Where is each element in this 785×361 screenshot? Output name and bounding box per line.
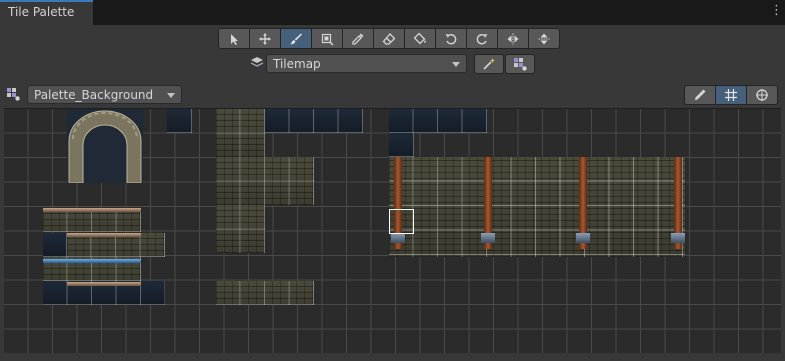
flip-horizontal-icon	[507, 33, 519, 44]
toggle-gizmos-button[interactable]	[746, 85, 778, 105]
wall-bottom-tile-row[interactable]	[216, 281, 314, 305]
rotate-left-button[interactable]	[435, 28, 467, 49]
stone-arch-tile[interactable]	[67, 109, 143, 183]
wall-tile-block[interactable]	[216, 157, 314, 205]
erase-tool-button[interactable]	[373, 28, 405, 49]
tab-bar: Tile Palette ⋮	[0, 0, 785, 25]
pencil-icon	[695, 89, 706, 100]
palette-dropdown[interactable]: Palette_Background	[27, 85, 182, 104]
chevron-down-icon	[452, 62, 460, 67]
tab-title: Tile Palette	[8, 5, 75, 19]
grid-icon	[725, 89, 737, 101]
ledge-top	[43, 208, 141, 212]
move-tool-button[interactable]	[249, 28, 281, 49]
water-surface	[43, 259, 141, 263]
pillar-base	[576, 233, 590, 243]
wall-tile-block[interactable]	[216, 205, 265, 253]
select-tool-button[interactable]	[218, 28, 250, 49]
flip-vertical-icon	[538, 33, 550, 44]
flip-x-button[interactable]	[497, 28, 529, 49]
tilemap-focus-button[interactable]	[474, 54, 504, 74]
flip-y-button[interactable]	[528, 28, 560, 49]
tile-selection-cursor	[389, 209, 414, 234]
bottom-edge	[0, 353, 785, 361]
palette-grid-icon	[514, 58, 527, 71]
tilemap-layers-icon	[250, 57, 264, 67]
box-fill-icon	[321, 33, 334, 45]
tilemap-settings-button[interactable]	[505, 54, 535, 74]
magic-wand-icon	[483, 58, 495, 70]
arrow-pointer-icon	[231, 33, 238, 45]
fill-tool-button[interactable]	[404, 28, 436, 49]
dark-tile[interactable]	[389, 133, 414, 157]
dark-tile[interactable]	[167, 109, 192, 133]
pillar-base	[671, 233, 685, 243]
picker-tool-button[interactable]	[342, 28, 374, 49]
active-tilemap-dropdown[interactable]: Tilemap	[266, 54, 467, 73]
palette-grid-icon	[7, 88, 20, 101]
view-button-group	[684, 85, 778, 105]
wall-top-tile-row[interactable]	[389, 109, 487, 133]
pillar-wall-block[interactable]	[389, 157, 685, 257]
palette-value: Palette_Background	[34, 88, 154, 102]
eyedropper-icon	[352, 33, 364, 45]
kebab-menu-icon[interactable]: ⋮	[770, 4, 783, 18]
rotate-left-icon	[445, 33, 457, 44]
paint-tool-button[interactable]	[280, 28, 312, 49]
wall-tile-block[interactable]	[216, 109, 265, 157]
paint-bucket-icon	[413, 32, 426, 44]
palette-grid[interactable]	[4, 108, 781, 353]
edit-palette-button[interactable]	[684, 85, 716, 105]
ledge-top	[67, 282, 141, 286]
toggle-grid-button[interactable]	[715, 85, 747, 105]
rotate-right-button[interactable]	[466, 28, 498, 49]
pillar-base	[391, 233, 405, 243]
ledge-top	[67, 233, 141, 237]
wall-top-tile-row[interactable]	[265, 109, 363, 133]
box-fill-tool-button[interactable]	[311, 28, 343, 49]
tool-bar	[218, 28, 560, 49]
move-arrows-icon	[259, 32, 271, 45]
gizmo-icon	[756, 89, 768, 101]
eraser-icon	[382, 32, 396, 45]
tile-palette-window: Tile Palette ⋮ Tilemap Palette_Backgroun…	[0, 0, 785, 361]
rotate-right-icon	[476, 33, 488, 44]
chevron-down-icon	[167, 93, 175, 98]
tab-tile-palette[interactable]: Tile Palette	[0, 0, 93, 25]
pillar-base	[481, 233, 495, 243]
active-tilemap-value: Tilemap	[273, 57, 321, 71]
dark-tile[interactable]	[43, 233, 67, 257]
brush-icon	[290, 33, 302, 44]
